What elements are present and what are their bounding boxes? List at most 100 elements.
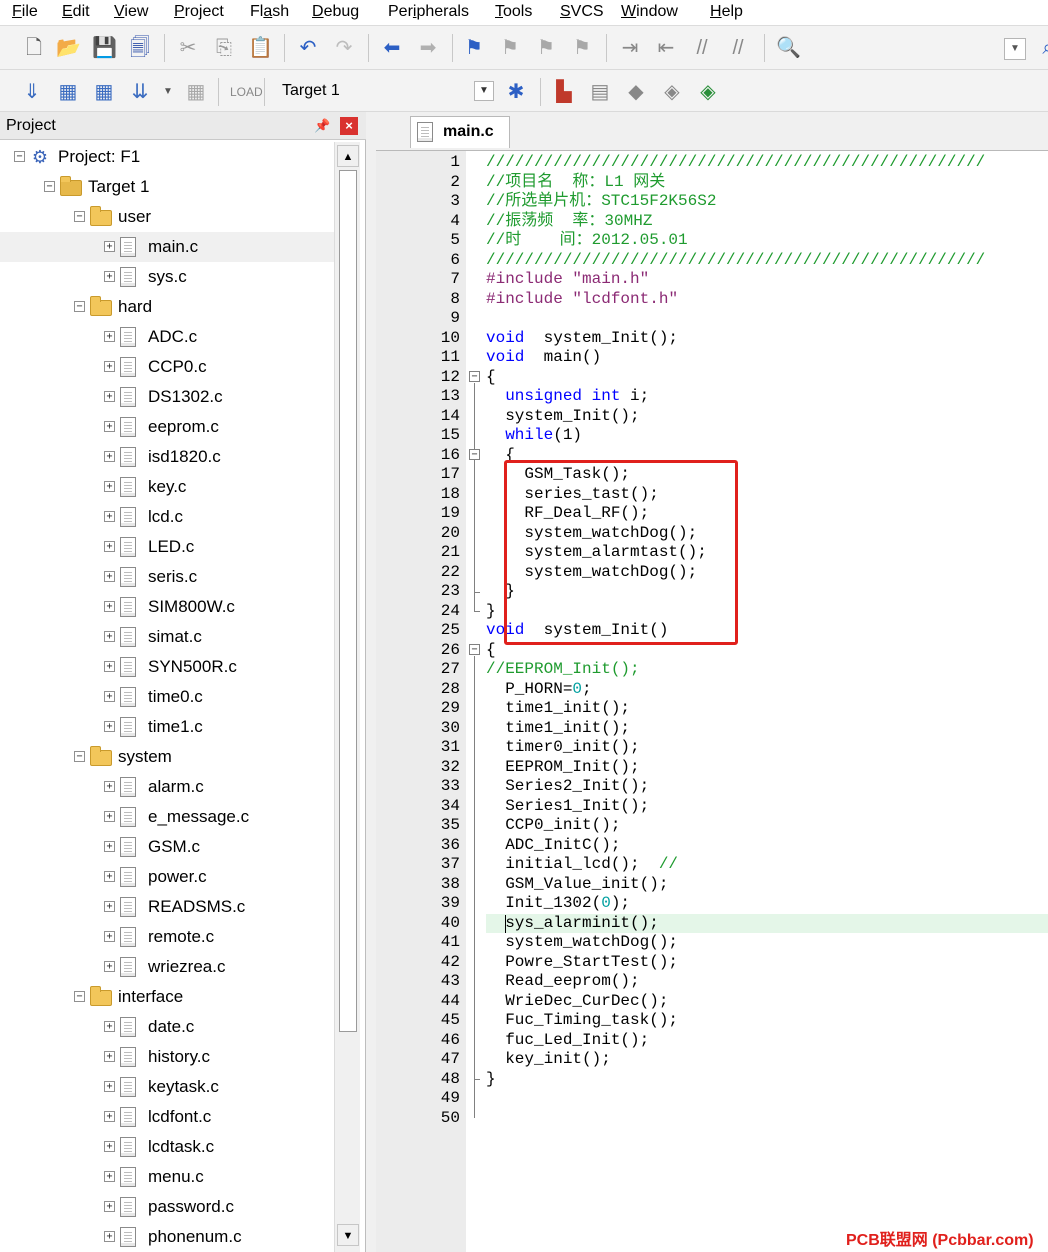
rebuild-icon[interactable]: ▦ [92,80,116,104]
expand-toggle-icon[interactable]: + [104,361,115,372]
menu-item-window[interactable]: Window [621,1,678,23]
packs-installer-icon[interactable]: ◈ [696,80,720,104]
code-line[interactable]: sys_alarminit(); [486,913,1048,933]
expand-toggle-icon[interactable]: + [104,631,115,642]
search-icon[interactable]: ⌕ [1036,36,1048,60]
tree-item-file[interactable]: + DS1302.c [0,382,334,412]
menu-item-edit[interactable]: Edit [62,1,90,23]
expand-toggle-icon[interactable]: + [104,961,115,972]
code-line[interactable]: time1_init(); [486,699,1048,719]
batch-build-dropdown-icon[interactable]: ▼ [156,80,180,104]
expand-toggle-icon[interactable]: + [104,481,115,492]
tree-item-file[interactable]: + menu.c [0,1162,334,1192]
undo-icon[interactable]: ↶ [296,36,320,60]
tree-item-file[interactable]: + eeprom.c [0,412,334,442]
tree-item-group[interactable]: − system [0,742,334,772]
expand-toggle-icon[interactable]: + [104,391,115,402]
paste-icon[interactable]: 📋 [248,36,273,60]
translate-icon[interactable]: ⇓ [20,80,44,104]
tree-item-proj[interactable]: − ⚙ Project: F1 [0,142,334,172]
tree-item-file[interactable]: + lcdtask.c [0,1132,334,1162]
code-line[interactable]: //所选单片机：STC15F2K56S2 [486,192,1048,212]
select-packs-icon[interactable]: ◆ [624,80,648,104]
code-line[interactable]: //振荡频 率：30MHZ [486,212,1048,232]
cut-icon[interactable]: ✂ [176,36,200,60]
redo-icon[interactable]: ↷ [332,36,356,60]
code-line[interactable]: #include "lcdfont.h" [486,290,1048,310]
tree-item-file[interactable]: + lcdfont.c [0,1102,334,1132]
tree-item-file[interactable]: + date.c [0,1012,334,1042]
code-line[interactable]: ADC_InitC(); [486,836,1048,856]
tree-item-file[interactable]: + sys.c [0,262,334,292]
expand-toggle-icon[interactable]: + [104,931,115,942]
tree-item-file[interactable]: + e_message.c [0,802,334,832]
collapse-toggle-icon[interactable]: − [74,991,85,1002]
next-bookmark-icon[interactable]: ⚑ [534,36,558,60]
collapse-toggle-icon[interactable]: − [74,301,85,312]
menu-item-peripherals[interactable]: Peripherals [388,1,469,23]
code-line[interactable]: while(1) [486,426,1048,446]
expand-toggle-icon[interactable]: + [104,271,115,282]
find-combo-dropdown-icon[interactable]: ▼ [1004,38,1026,60]
code-line[interactable]: system_Init(); [486,407,1048,427]
indent-icon[interactable]: ⇥ [618,36,642,60]
code-line[interactable]: void main() [486,348,1048,368]
bookmark-icon[interactable]: ⚑ [462,36,486,60]
tree-item-file[interactable]: + LED.c [0,532,334,562]
code-line[interactable]: } [486,1070,1048,1090]
comment-icon[interactable]: // [690,36,714,60]
code-line[interactable]: ////////////////////////////////////////… [486,251,1048,271]
menu-item-flash[interactable]: Flash [250,1,289,23]
expand-toggle-icon[interactable]: + [104,1081,115,1092]
tree-item-file[interactable]: + history.c [0,1042,334,1072]
expand-toggle-icon[interactable]: + [104,1051,115,1062]
stop-build-icon[interactable]: ▦ [184,80,208,104]
nav-forward-icon[interactable]: ➡ [416,36,440,60]
menu-item-view[interactable]: View [114,1,148,23]
unindent-icon[interactable]: ⇤ [654,36,678,60]
code-line[interactable]: #include "main.h" [486,270,1048,290]
fold-toggle-icon[interactable]: − [469,644,480,656]
tree-item-file[interactable]: + power.c [0,862,334,892]
tree-item-file[interactable]: + CCP0.c [0,352,334,382]
code-line[interactable]: Init_1302(0); [486,894,1048,914]
target-select[interactable]: Target 1 ▼ [272,78,498,104]
tab-main-c[interactable]: main.c [410,116,510,148]
tree-item-file[interactable]: + phonenum.c [0,1222,334,1252]
code-line[interactable]: //时 间：2012.05.01 [486,231,1048,251]
menu-item-debug[interactable]: Debug [312,1,359,23]
code-editor[interactable]: 1 2 3 4 5 6 7 8 9 10 11 12 13 14 15 16 17 18 19 20 21 22 23 24 2… [376,150,1048,1252]
expand-toggle-icon[interactable]: + [104,661,115,672]
scroll-up-icon[interactable]: ▲ [337,145,359,167]
code-line[interactable]: Series1_Init(); [486,797,1048,817]
tree-item-file[interactable]: + isd1820.c [0,442,334,472]
menu-item-project[interactable]: Project [174,1,224,23]
tree-item-group[interactable]: − hard [0,292,334,322]
download-icon[interactable]: LOAD [230,80,263,104]
tree-item-target[interactable]: − Target 1 [0,172,334,202]
tree-item-file[interactable]: + READSMS.c [0,892,334,922]
new-file-icon[interactable]: 🗋 [22,36,46,60]
code-line[interactable]: unsigned int i; [486,387,1048,407]
tree-item-file[interactable]: + password.c [0,1192,334,1222]
code-line[interactable]: GSM_Value_init(); [486,875,1048,895]
manage-components-icon[interactable]: ▙ [552,80,576,104]
batch-build-icon[interactable]: ⇊ [128,80,152,104]
expand-toggle-icon[interactable]: + [104,1141,115,1152]
code-line[interactable]: key_init(); [486,1050,1048,1070]
expand-toggle-icon[interactable]: + [104,721,115,732]
code-line[interactable]: initial_lcd(); // [486,855,1048,875]
tree-item-file[interactable]: + ADC.c [0,322,334,352]
rte-icon[interactable]: ◈ [660,80,684,104]
prev-bookmark-icon[interactable]: ⚑ [498,36,522,60]
project-items-icon[interactable]: ▤ [588,80,612,104]
expand-toggle-icon[interactable]: + [104,331,115,342]
code-line[interactable]: WrieDec_CurDec(); [486,992,1048,1012]
find-in-files-icon[interactable]: 🔍 [776,36,801,60]
expand-toggle-icon[interactable]: + [104,1231,115,1242]
expand-toggle-icon[interactable]: + [104,571,115,582]
target-options-icon[interactable]: ✱ [504,80,528,104]
collapse-toggle-icon[interactable]: − [44,181,55,192]
expand-toggle-icon[interactable]: + [104,901,115,912]
tree-item-file[interactable]: + main.c [0,232,334,262]
